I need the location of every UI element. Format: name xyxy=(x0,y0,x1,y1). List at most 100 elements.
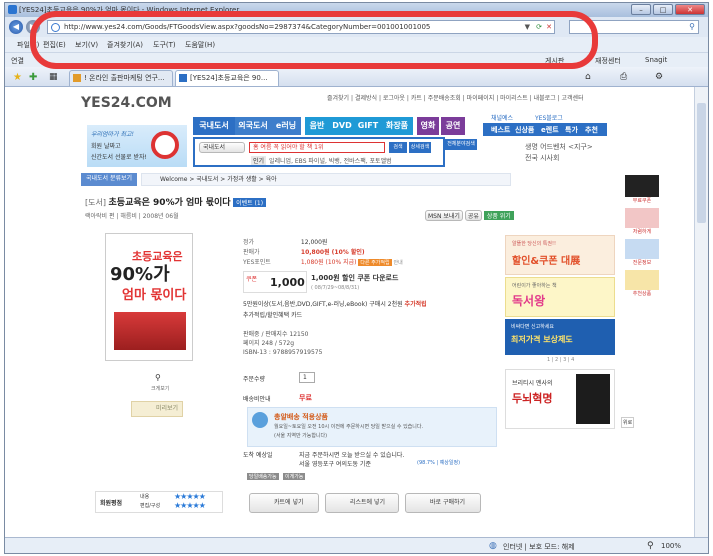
all-search-button[interactable]: 전체분야검색 xyxy=(445,139,477,150)
msn-button[interactable]: MSN 보내기 xyxy=(425,210,463,221)
ad-reading-banner[interactable]: 어린이가 좋아하는 책 독서왕 xyxy=(505,277,615,317)
tab-yes24[interactable]: [YES24]초등교육은 90... xyxy=(175,70,279,86)
category-button[interactable]: 국내도서 분류보기 xyxy=(81,173,137,186)
close-button[interactable]: ✕ xyxy=(675,4,705,15)
top-link[interactable]: 마이리스트 xyxy=(500,95,528,102)
back-button[interactable]: ◀ xyxy=(9,20,23,34)
preview-button[interactable]: 미리보기 xyxy=(131,401,183,417)
toolbar-finance[interactable]: 재정센터 xyxy=(595,56,621,66)
quick-menu-label[interactable]: 무료쿠폰 xyxy=(625,197,659,204)
quick-menu-image[interactable] xyxy=(625,270,659,290)
share-button[interactable]: 공유 xyxy=(464,210,482,221)
popular-terms[interactable]: 일레니엄, EBS 파이널, 빅뱅, 전바스팩, 포토앨범 xyxy=(269,156,392,165)
breadcrumb-item[interactable]: 육아 xyxy=(266,176,277,183)
promo-banner[interactable]: 우리엄마가 최고! 회원 날짜고 신간도서 선물로 받자! xyxy=(87,125,187,167)
maximize-button[interactable]: □ xyxy=(653,4,673,15)
top-link[interactable]: 로그아웃 xyxy=(383,95,405,102)
site-search-input[interactable]: 홈 여름 꼭 읽어야 할 책 1위 xyxy=(249,142,385,153)
quick-menu-image[interactable] xyxy=(625,208,659,228)
top-link[interactable]: 즐겨찾기 xyxy=(327,95,349,102)
home-icon[interactable]: ⌂ xyxy=(585,72,591,82)
item-button[interactable]: 상품 위기 xyxy=(483,211,514,220)
menu-view[interactable]: 보기(V) xyxy=(75,40,98,50)
ad-coupon-banner[interactable]: 알뜰한 당신의 특권!! 할인&쿠폰 대展 xyxy=(505,235,615,275)
quick-menu-label[interactable]: 저렴하게 xyxy=(625,228,659,235)
coupon-title[interactable]: 1,000원 할인 쿠폰 다운로드 xyxy=(311,273,398,283)
subnav-new[interactable]: 신상품 xyxy=(515,125,534,135)
subnav-rent[interactable]: e렌트 xyxy=(541,125,559,135)
address-bar[interactable]: http://www.yes24.com/Goods/FTGoodsView.a… xyxy=(47,20,555,34)
menu-file[interactable]: 파일(F) xyxy=(17,40,39,50)
top-link[interactable]: 고객센터 xyxy=(562,95,584,102)
nav-gift[interactable]: GIFT xyxy=(355,117,381,135)
site-logo[interactable]: YES24.COM xyxy=(81,95,172,111)
subnav-best[interactable]: 베스트 xyxy=(491,125,510,135)
ad-paging[interactable]: 1 | 2 | 3 | 4 xyxy=(547,357,574,363)
nav-dvd[interactable]: DVD xyxy=(329,117,355,135)
tab-marketing[interactable]: ! 온라인 출판마케팅 연구... xyxy=(69,70,173,86)
top-link[interactable]: 주문배송조회 xyxy=(428,95,461,102)
top-link[interactable]: 카트 xyxy=(411,95,422,102)
side-promo[interactable]: 생명 어드벤처 <지구> xyxy=(525,142,593,152)
zoom-level[interactable]: 100% xyxy=(661,542,681,550)
subnav-recommend[interactable]: 추천 xyxy=(585,125,598,135)
point-badge[interactable]: 다른 주가적립 xyxy=(358,259,392,266)
quick-menu-label[interactable]: 추천상품 xyxy=(625,290,659,297)
quick-menu-image[interactable] xyxy=(625,175,659,197)
forward-button[interactable]: ▶ xyxy=(26,20,40,34)
nav-elearning[interactable]: e러닝 xyxy=(271,117,301,135)
search-icon[interactable]: ⚲ xyxy=(689,22,695,31)
vertical-scrollbar[interactable] xyxy=(694,87,708,539)
arrival-rate[interactable]: (98.7% | 예상일정) xyxy=(417,459,460,466)
add-to-list-button[interactable]: 리스트에 넣기 xyxy=(325,493,399,513)
qty-stepper[interactable]: 1 xyxy=(299,372,315,383)
search-input[interactable]: ⚲ xyxy=(569,20,699,34)
add-to-cart-button[interactable]: 카트에 넣기 xyxy=(249,493,319,513)
favorites-star-icon[interactable]: ★ xyxy=(13,72,22,83)
add-favorite-icon[interactable]: ✚ xyxy=(29,72,37,83)
yes-blog-link[interactable]: YES블로그 xyxy=(535,113,563,122)
side-promo[interactable]: 전국 시사회 xyxy=(525,153,559,163)
quick-tabs-icon[interactable]: ▦ xyxy=(49,72,58,82)
nav-music[interactable]: 음반 xyxy=(305,117,329,135)
menu-edit[interactable]: 편집(E) xyxy=(43,40,66,50)
minimize-button[interactable]: – xyxy=(631,4,651,15)
zoom-icon[interactable]: ⚲ xyxy=(155,373,161,382)
detail-search-button[interactable]: 상세검색 xyxy=(409,142,431,153)
ad-mensa-banner[interactable]: 브리티시 멘사의 두뇌혁명 xyxy=(505,369,615,429)
top-link[interactable]: 결제방식 xyxy=(355,95,377,102)
book-cover[interactable]: 초등교육은 90%가 엄마 몫이다 xyxy=(105,233,193,361)
channel-yes-link[interactable]: 채널예스 xyxy=(491,113,513,122)
ad-price-banner[interactable]: 비싸다면 신고하세요 최저가격 보상제도 xyxy=(505,319,615,355)
nav-domestic[interactable]: 국내도서 xyxy=(193,117,235,135)
search-button[interactable]: 검색 xyxy=(389,142,407,153)
security-zone[interactable]: 인터넷 | 보호 모드: 해제 xyxy=(503,542,575,552)
zoom-label[interactable]: 크게보기 xyxy=(151,385,169,392)
menu-favorites[interactable]: 즐겨찾기(A) xyxy=(107,40,143,50)
menu-help[interactable]: 도움말(H) xyxy=(185,40,215,50)
coupon-box[interactable]: 쿠폰 1,000 xyxy=(243,271,307,293)
top-link[interactable]: 마이페이지 xyxy=(467,95,495,102)
subnav-sale[interactable]: 특가 xyxy=(565,125,578,135)
stop-icon[interactable]: ✕ xyxy=(546,21,552,33)
toolbar-snagit[interactable]: Snagit xyxy=(645,56,667,64)
top-link[interactable]: 내블로그 xyxy=(534,95,556,102)
zoom-icon-status[interactable]: ⚲ xyxy=(647,541,654,551)
breadcrumb-item[interactable]: 가정과 생활 xyxy=(227,176,257,183)
nav-movie[interactable]: 영화 xyxy=(417,117,439,135)
nav-foreign[interactable]: 외국도서 xyxy=(235,117,271,135)
breadcrumb-item[interactable]: 국내도서 xyxy=(196,176,218,183)
top-button[interactable]: 위로 xyxy=(621,417,635,428)
quick-menu-label[interactable]: 전문정보 xyxy=(625,259,659,266)
scroll-thumb[interactable] xyxy=(697,103,706,223)
search-category-select[interactable]: 국내도서 xyxy=(199,142,245,153)
nav-show[interactable]: 공연 xyxy=(441,117,465,135)
info-link[interactable]: 안내 xyxy=(394,260,403,266)
quick-menu-image[interactable] xyxy=(625,239,659,259)
menu-tools[interactable]: 도구(T) xyxy=(153,40,176,50)
nav-cosmetics[interactable]: 화장품 xyxy=(381,117,413,135)
dropdown-icon[interactable]: ▼ xyxy=(525,21,530,33)
event-badge[interactable]: 이벤트 (1) xyxy=(233,198,267,207)
breadcrumb-item[interactable]: Welcome xyxy=(160,176,187,183)
print-icon[interactable]: ⎙ xyxy=(620,72,627,82)
